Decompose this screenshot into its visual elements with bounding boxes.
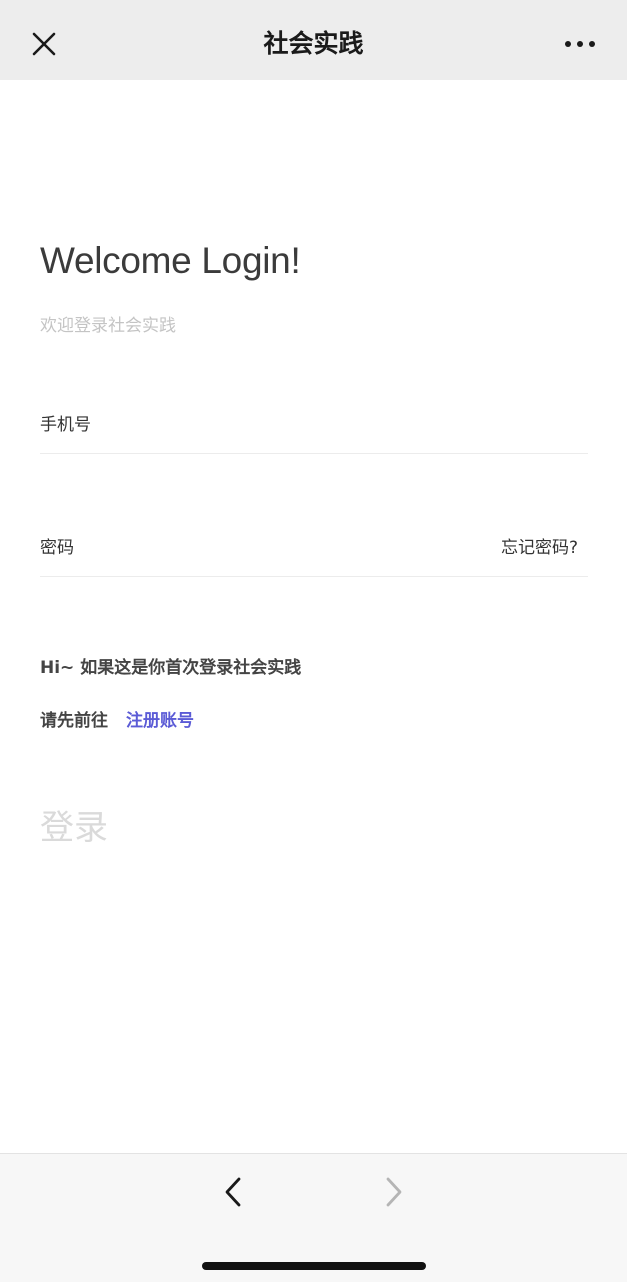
first-login-hint: Hi~ 如果这是你首次登录社会实践 bbox=[40, 658, 302, 678]
password-field: 密码 忘记密码? bbox=[40, 517, 588, 577]
back-button[interactable] bbox=[218, 1174, 250, 1210]
register-link[interactable]: 注册账号 bbox=[126, 706, 194, 731]
more-dots-icon bbox=[565, 41, 595, 47]
bottom-navigation-bar bbox=[0, 1153, 627, 1282]
password-label: 密码 bbox=[40, 538, 74, 558]
go-register-hint: 请先前往 bbox=[40, 711, 108, 731]
more-options-button[interactable] bbox=[561, 26, 605, 62]
login-screen: 社会实践 Welcome Login! 欢迎登录社会实践 手机号 密码 忘记密码… bbox=[0, 0, 627, 1282]
welcome-heading: Welcome Login! bbox=[40, 240, 301, 281]
phone-input[interactable] bbox=[120, 402, 460, 442]
forward-button[interactable] bbox=[378, 1174, 410, 1210]
chevron-right-icon bbox=[386, 1177, 402, 1207]
password-input[interactable] bbox=[120, 525, 460, 565]
close-icon bbox=[32, 32, 56, 56]
page-title: 社会实践 bbox=[263, 29, 364, 58]
login-button[interactable]: 登录 bbox=[40, 800, 108, 849]
welcome-subtitle: 欢迎登录社会实践 bbox=[40, 316, 176, 336]
phone-label: 手机号 bbox=[40, 415, 91, 435]
phone-field: 手机号 bbox=[40, 394, 588, 454]
home-indicator bbox=[202, 1262, 426, 1270]
close-button[interactable] bbox=[24, 24, 64, 64]
chevron-left-icon bbox=[225, 1177, 241, 1207]
top-navigation-bar: 社会实践 bbox=[0, 0, 627, 80]
forgot-password-link[interactable]: 忘记密码? bbox=[501, 533, 578, 558]
